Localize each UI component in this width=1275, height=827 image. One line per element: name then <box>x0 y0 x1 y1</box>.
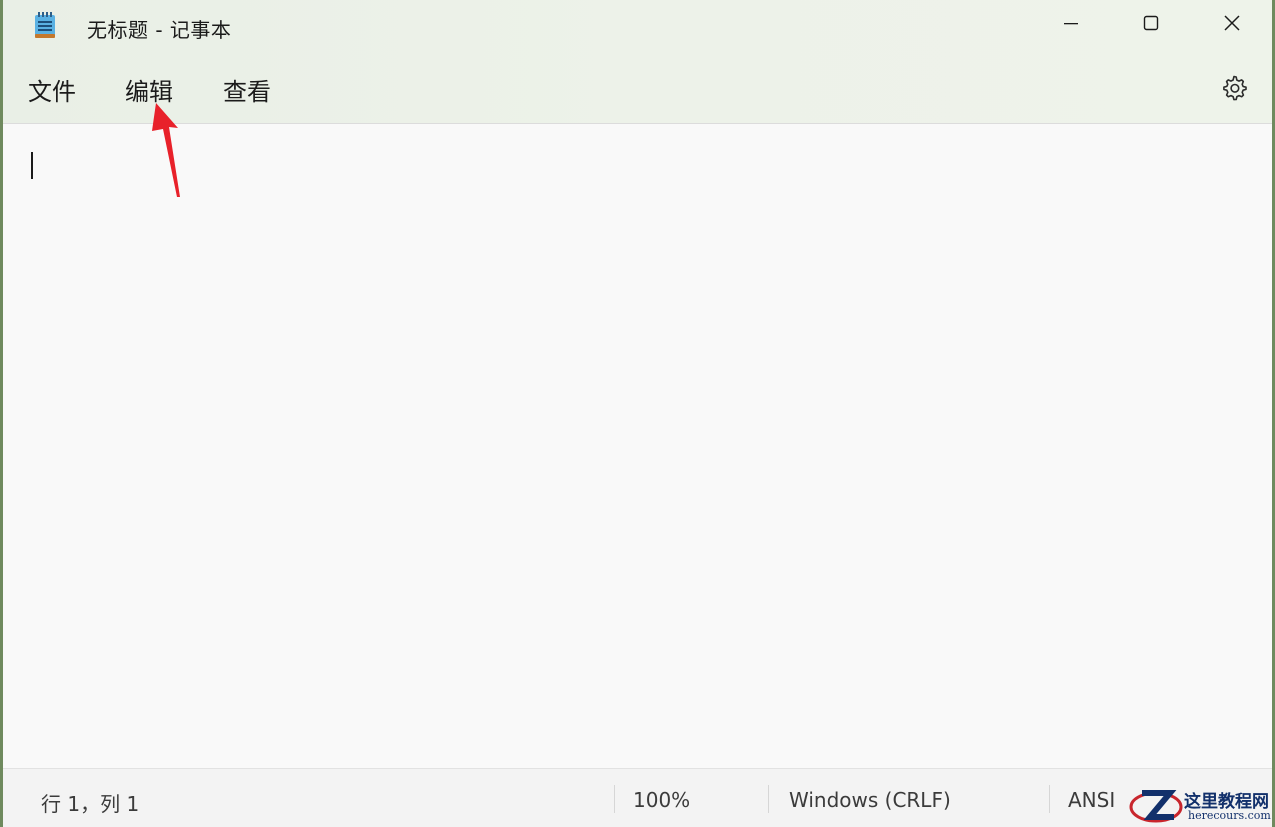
menu-bar: 文件 编辑 查看 <box>3 52 1272 124</box>
line-ending: Windows (CRLF) <box>789 788 951 812</box>
status-separator <box>614 785 615 813</box>
status-separator <box>1049 785 1050 813</box>
text-editor[interactable] <box>3 124 1272 768</box>
close-icon <box>1223 14 1241 36</box>
notepad-window: 无标题 - 记事本 文件 编辑 查看 行 1，列 1 100% Windows … <box>3 0 1272 827</box>
title-bar[interactable]: 无标题 - 记事本 <box>3 0 1272 52</box>
encoding: ANSI <box>1068 788 1116 812</box>
notepad-icon <box>33 12 57 40</box>
maximize-icon <box>1143 15 1159 35</box>
status-separator <box>768 785 769 813</box>
watermark-logo-icon <box>1129 790 1183 823</box>
maximize-button[interactable] <box>1111 0 1191 50</box>
menu-view[interactable]: 查看 <box>223 72 271 107</box>
status-bar: 行 1，列 1 100% Windows (CRLF) ANSI <box>3 768 1272 827</box>
text-caret <box>31 152 33 179</box>
gear-icon[interactable] <box>1220 74 1248 102</box>
minimize-icon <box>1063 15 1079 35</box>
minimize-button[interactable] <box>1031 0 1111 50</box>
window-title: 无标题 - 记事本 <box>87 18 232 42</box>
close-button[interactable] <box>1192 0 1272 50</box>
annotation-arrow-icon <box>152 103 180 197</box>
menu-file[interactable]: 文件 <box>28 72 76 107</box>
zoom-level: 100% <box>633 788 691 812</box>
watermark-url: herecours.com <box>1188 809 1271 822</box>
cursor-position: 行 1，列 1 <box>41 792 140 816</box>
watermark: 这里教程网 herecours.com <box>1128 783 1275 827</box>
